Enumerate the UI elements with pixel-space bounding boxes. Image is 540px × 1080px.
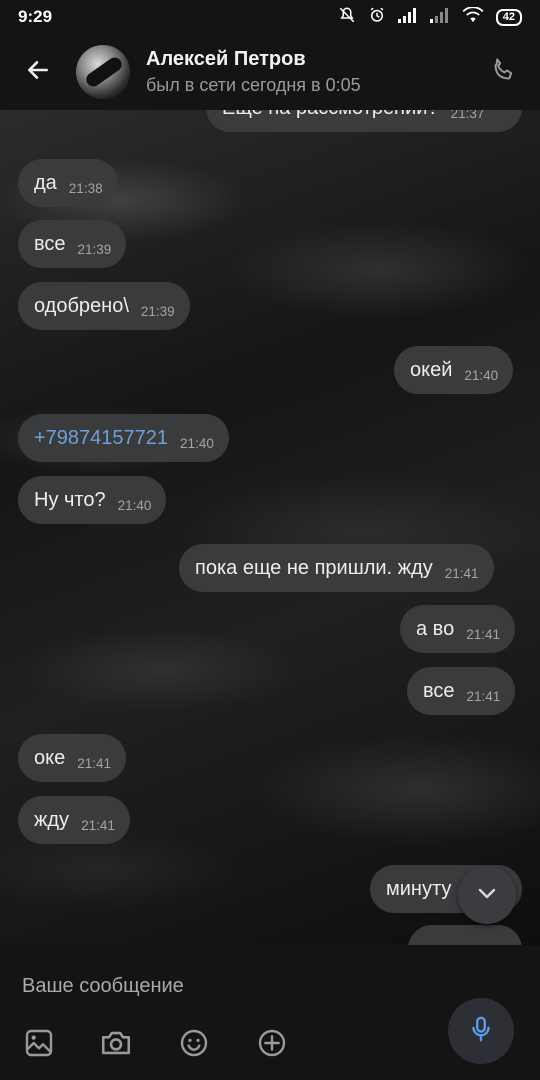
message-bubble-outgoing[interactable]: все 21:41 bbox=[407, 667, 516, 715]
message-time: 21:41 bbox=[81, 817, 115, 833]
message-text: минуту bbox=[386, 877, 452, 900]
camera-button[interactable] bbox=[96, 1025, 136, 1065]
chevron-down-icon bbox=[475, 881, 499, 910]
emoji-icon bbox=[178, 1027, 210, 1064]
message-time: 21:40 bbox=[180, 435, 214, 451]
scroll-down-button[interactable] bbox=[458, 866, 516, 924]
image-icon bbox=[23, 1027, 55, 1064]
message-text: одобрено\ bbox=[34, 294, 129, 317]
message-text: Еще на рассмотрении? bbox=[222, 110, 439, 120]
chat-header: Алексей Петров был в сети сегодня в 0:05 bbox=[0, 34, 540, 110]
voice-record-button[interactable] bbox=[448, 998, 514, 1064]
message-bubble-incoming[interactable]: Ну что? 21:40 bbox=[18, 476, 167, 524]
message-bubble-incoming[interactable]: жду 21:41 bbox=[18, 796, 130, 844]
status-icons: 42 bbox=[338, 5, 522, 29]
message-input[interactable]: Ваше сообщение bbox=[22, 975, 184, 998]
message-text: да bbox=[34, 171, 57, 194]
message-bubble-incoming[interactable]: оке 21:41 bbox=[18, 734, 127, 782]
avatar[interactable] bbox=[76, 45, 130, 99]
message-text: все bbox=[34, 232, 66, 255]
message-text: а во bbox=[416, 617, 455, 640]
peer-status: был в сети сегодня в 0:05 bbox=[146, 75, 361, 95]
message-text: оке bbox=[34, 746, 66, 769]
phone-icon bbox=[489, 55, 519, 90]
back-arrow-icon bbox=[25, 57, 51, 88]
message-text: окей bbox=[410, 358, 453, 381]
wifi-icon bbox=[462, 5, 484, 28]
signal-icon bbox=[397, 7, 418, 28]
back-button[interactable] bbox=[0, 34, 76, 110]
message-time: 21:39 bbox=[140, 303, 175, 319]
gallery-button[interactable] bbox=[19, 1025, 59, 1065]
mute-icon bbox=[338, 6, 356, 29]
microphone-icon bbox=[466, 1014, 496, 1049]
phone-link[interactable]: +79874157721 bbox=[34, 427, 168, 450]
peer-info[interactable]: Алексей Петров был в сети сегодня в 0:05 bbox=[146, 47, 361, 97]
message-bubble-outgoing[interactable]: пока еще не пришли. жду 21:41 bbox=[179, 544, 494, 592]
attach-button[interactable] bbox=[252, 1025, 292, 1065]
message-list[interactable]: Еще на рассмотрении? 21:37 да 21:38 все … bbox=[0, 110, 540, 945]
add-icon bbox=[256, 1027, 288, 1064]
call-button[interactable] bbox=[486, 54, 522, 90]
message-bubble-outgoing[interactable]: окей 21:40 bbox=[394, 346, 514, 394]
status-bar: 9:29 42 bbox=[0, 0, 540, 34]
message-bubble-incoming[interactable]: все 21:39 bbox=[18, 220, 127, 268]
battery-icon: 42 bbox=[495, 8, 522, 26]
message-time: 21:41 bbox=[77, 755, 112, 771]
message-text: Ну что? bbox=[34, 488, 106, 511]
message-time: 21:41 bbox=[466, 626, 500, 642]
message-text: пока еще не пришли. жду bbox=[195, 556, 433, 579]
message-time: 21:39 bbox=[77, 241, 112, 257]
message-time: 21:41 bbox=[444, 565, 479, 581]
message-bubble-incoming[interactable]: одобрено\ 21:39 bbox=[18, 282, 190, 330]
message-time: 21:40 bbox=[117, 497, 152, 513]
peer-name: Алексей Петров bbox=[146, 48, 306, 70]
camera-icon bbox=[99, 1026, 133, 1065]
message-bubble-outgoing[interactable] bbox=[408, 925, 522, 945]
message-text: все bbox=[423, 679, 455, 702]
message-time: 21:40 bbox=[464, 367, 499, 383]
message-time: 21:41 bbox=[466, 688, 501, 704]
message-bubble-outgoing[interactable]: а во 21:41 bbox=[400, 605, 515, 653]
message-time: 21:37 bbox=[450, 110, 485, 121]
alarm-icon bbox=[368, 6, 386, 29]
message-time: 21:38 bbox=[68, 180, 103, 196]
message-bubble-outgoing[interactable]: Еще на рассмотрении? 21:37 bbox=[206, 110, 522, 132]
signal-2-icon bbox=[429, 7, 450, 28]
status-time: 9:29 bbox=[18, 7, 53, 26]
message-bubble-incoming[interactable]: +79874157721 21:40 bbox=[18, 414, 229, 462]
message-bubble-incoming[interactable]: да 21:38 bbox=[18, 159, 118, 207]
message-text: жду bbox=[34, 808, 70, 831]
emoji-button[interactable] bbox=[174, 1025, 214, 1065]
